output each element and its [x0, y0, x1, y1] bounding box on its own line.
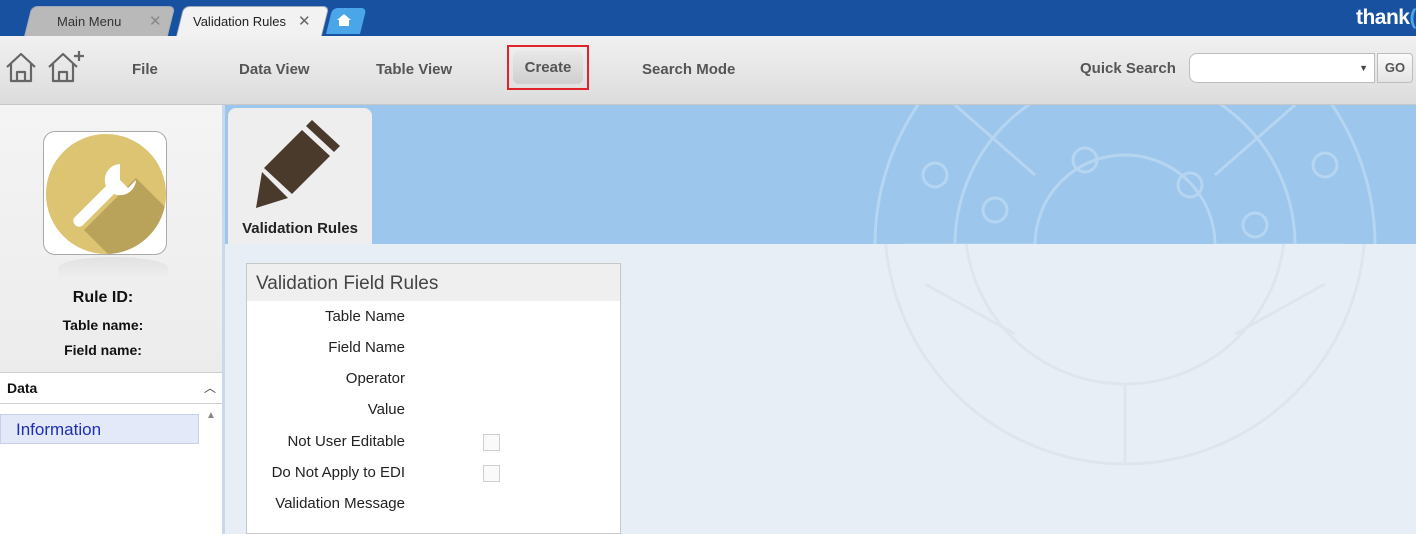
- create-highlight: Create: [507, 45, 589, 90]
- field-label-table-name: Table Name: [324, 308, 405, 325]
- quick-search-label: Quick Search: [1080, 60, 1176, 77]
- rule-id-label: Rule ID:: [72, 289, 134, 306]
- panel-header: Validation Field Rules: [247, 264, 620, 301]
- scroll-up-icon[interactable]: ▲: [206, 410, 216, 421]
- header-banner: Validation Rules: [225, 105, 1416, 244]
- tab-validation-rules[interactable]: Validation Rules ✕: [176, 6, 330, 36]
- menu-file[interactable]: File: [132, 61, 158, 78]
- app-tile: Validation Rules: [228, 108, 372, 244]
- record-summary: Rule ID: Table name: Field name:: [0, 105, 222, 373]
- main-content: Validation Rules Validation Field Rules …: [225, 105, 1416, 534]
- pencil-icon: [256, 120, 340, 208]
- field-label-not-user-editable: Not User Editable: [287, 433, 405, 450]
- puzzle-faded-icon: [884, 244, 1366, 466]
- field-name-label: Field name:: [64, 342, 142, 358]
- table-name-label: Table name:: [62, 317, 144, 333]
- field-label-value: Value: [367, 401, 405, 418]
- data-section-label: Data: [7, 380, 38, 396]
- add-home-icon[interactable]: [46, 50, 86, 84]
- close-icon[interactable]: ✕: [149, 12, 162, 30]
- go-button[interactable]: GO: [1377, 53, 1413, 83]
- create-button[interactable]: Create: [513, 51, 583, 84]
- not-user-editable-checkbox[interactable]: [483, 434, 500, 451]
- puzzle-background-icon: [873, 105, 1377, 244]
- do-not-apply-edi-checkbox[interactable]: [483, 465, 500, 482]
- chevron-up-icon[interactable]: ︿: [204, 379, 216, 396]
- field-label-operator: Operator: [345, 370, 405, 387]
- dropdown-caret-icon[interactable]: ▼: [1359, 63, 1368, 73]
- wrench-avatar: [43, 131, 167, 255]
- tab-validation-rules-label: Validation Rules: [193, 14, 286, 29]
- wrench-icon: [46, 134, 166, 254]
- app-tile-title: Validation Rules: [242, 220, 358, 237]
- home-tab-button[interactable]: [326, 8, 367, 34]
- home-icon[interactable]: [4, 50, 38, 84]
- field-label-do-not-apply-edi: Do Not Apply to EDI: [271, 464, 405, 481]
- tab-main-menu[interactable]: Main Menu ✕: [24, 6, 176, 36]
- avatar-reflection: [58, 257, 168, 279]
- sidebar: Rule ID: Table name: Field name: Data ︿ …: [0, 105, 225, 534]
- toolbar: File Data View Table View Create Search …: [0, 36, 1416, 105]
- brand-logo: thank(: [1355, 6, 1416, 29]
- field-label-validation-message: Validation Message: [275, 495, 405, 512]
- menu-table-view[interactable]: Table View: [376, 61, 452, 78]
- sidebar-item-label: Information: [16, 420, 102, 439]
- validation-field-rules-panel: Validation Field Rules Table Name Field …: [246, 263, 621, 534]
- sidebar-item-information[interactable]: Information: [0, 414, 199, 444]
- close-icon[interactable]: ✕: [298, 12, 311, 30]
- field-label-field-name: Field Name: [328, 339, 405, 356]
- home-icon: [337, 14, 351, 26]
- data-section-header[interactable]: Data ︿: [0, 372, 222, 404]
- menu-search-mode[interactable]: Search Mode: [642, 61, 735, 78]
- panel-title: Validation Field Rules: [256, 273, 439, 294]
- quick-search-input[interactable]: ▼: [1189, 53, 1375, 83]
- tab-main-menu-label: Main Menu: [57, 14, 122, 29]
- menu-data-view[interactable]: Data View: [239, 61, 310, 78]
- tab-bar: Main Menu ✕ Validation Rules ✕ thank(: [0, 0, 1416, 36]
